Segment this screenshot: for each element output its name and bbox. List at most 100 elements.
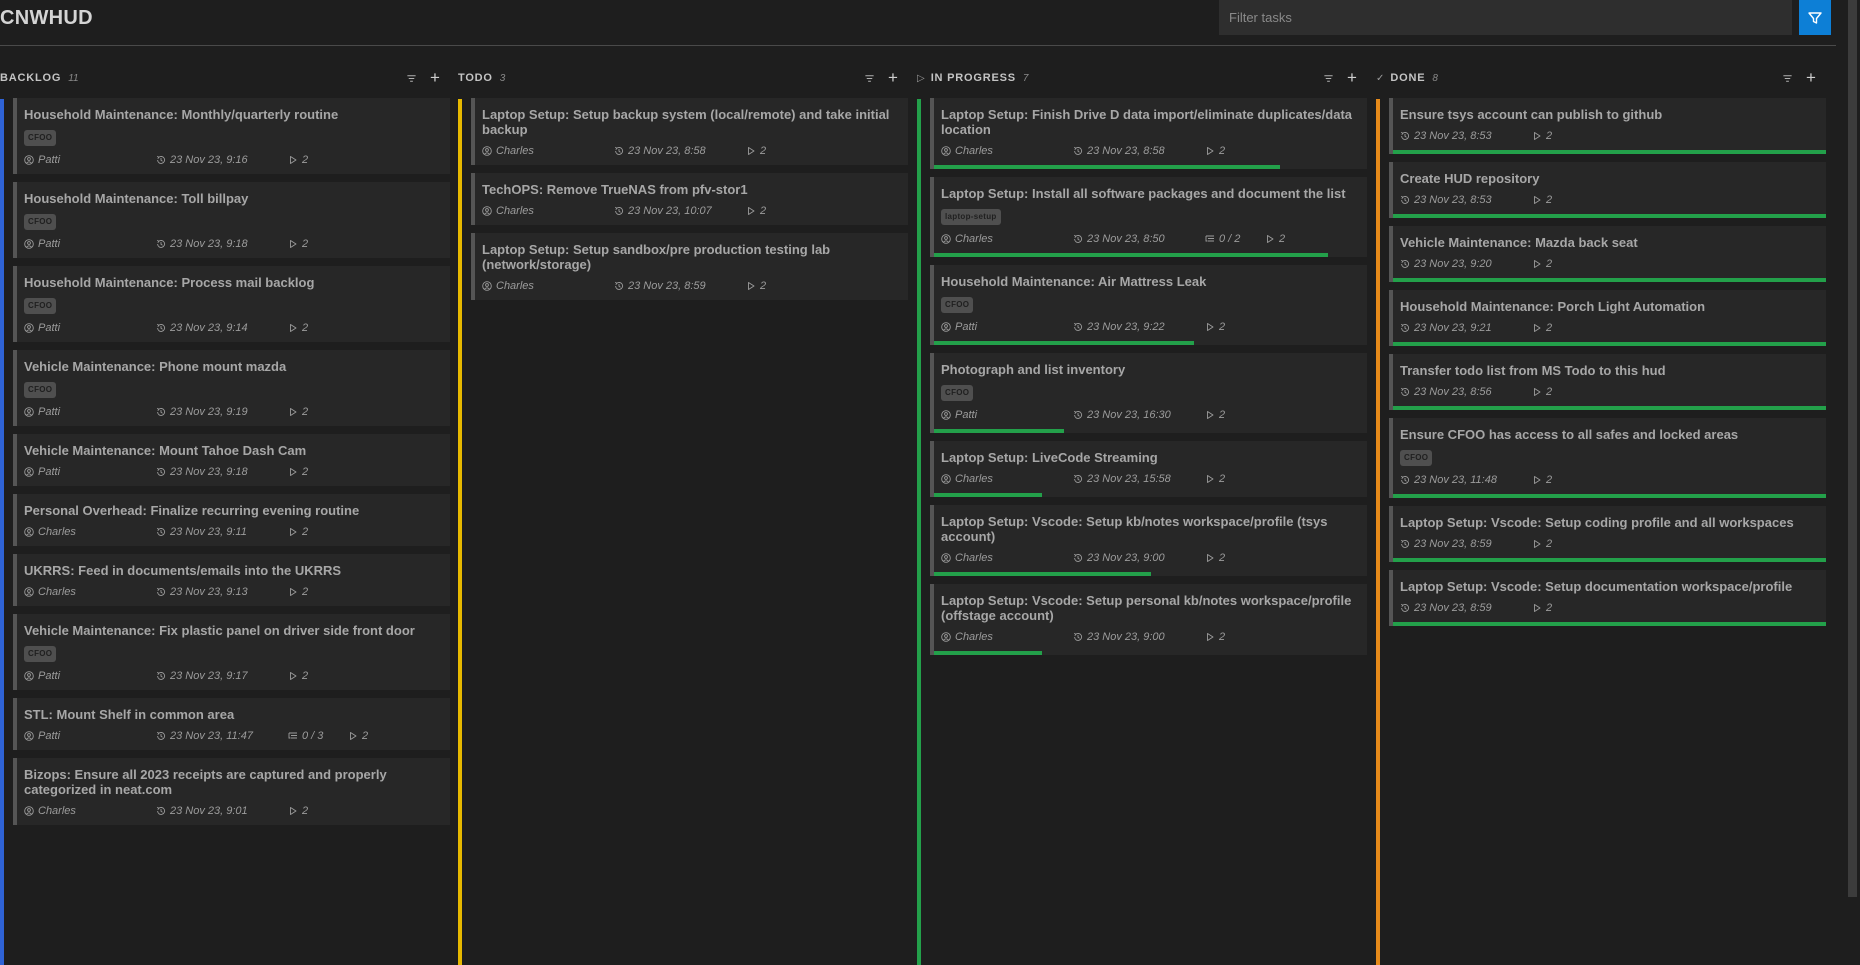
points-icon [748,282,755,290]
task-card[interactable]: Laptop Setup: Setup sandbox/pre producti… [471,233,908,300]
task-points: 2 [1532,602,1602,614]
points-icon [1534,540,1541,548]
tag-row: CFOO [941,291,1359,313]
task-card[interactable]: Laptop Setup: Vscode: Setup coding profi… [1389,506,1826,562]
filter-tasks-input[interactable] [1219,0,1792,35]
task-card[interactable]: Ensure tsys account can publish to githu… [1389,98,1826,154]
points-icon [1207,147,1214,155]
task-updated: 23 Nov 23, 8:53 [1400,194,1532,206]
add-task-button[interactable]: + [1804,69,1818,86]
task-card[interactable]: Ensure CFOO has access to all safes and … [1389,418,1826,498]
owner-name: Charles [955,145,993,157]
history-icon [614,206,623,215]
task-card[interactable]: Photograph and list inventory CFOO Patti 23… [930,353,1367,433]
task-points: 2 [1205,145,1275,157]
task-tag[interactable]: laptop-setup [941,209,1001,225]
task-card[interactable]: Household Maintenance: Process mail back… [13,266,450,342]
column-header: ✓ DONE 8 + [1376,68,1826,88]
task-points: 2 [746,205,816,217]
points-icon [290,588,297,596]
task-card[interactable]: Vehicle Maintenance: Mazda back seat 23 N… [1389,226,1826,282]
points-icon [1207,411,1214,419]
updated-date: 23 Nov 23, 9:11 [170,526,247,538]
task-card[interactable]: Create HUD repository 23 Nov 23, 8:53 2 [1389,162,1826,218]
updated-date: 23 Nov 23, 11:47 [170,730,253,742]
task-title: Laptop Setup: Setup backup system (local… [482,107,890,137]
task-updated: 23 Nov 23, 9:01 [156,805,288,817]
column-done: ✓ DONE 8 + Ensure tsys account can publish t… [1376,60,1826,965]
scrollbar-thumb[interactable] [1848,0,1857,897]
add-task-button[interactable]: + [1345,69,1359,86]
task-card[interactable]: Vehicle Maintenance: Phone mount mazda CF… [13,350,450,426]
column-color-bar [917,99,921,965]
task-tag[interactable]: CFOO [24,298,57,314]
task-card[interactable]: Household Maintenance: Monthly/quarterly… [13,98,450,174]
sort-icon[interactable] [862,71,876,85]
task-points: 2 [1532,322,1602,334]
task-card[interactable]: UKRRS: Feed in documents/emails into the… [13,554,450,606]
task-card[interactable]: Laptop Setup: Vscode: Setup personal kb/… [930,584,1367,655]
owner-name: Patti [38,466,61,478]
scrollbar[interactable] [1845,0,1860,965]
task-owner: Charles [482,145,614,157]
task-card[interactable]: Household Maintenance: Porch Light Autom… [1389,290,1826,346]
task-tag[interactable]: CFOO [1400,450,1433,466]
task-card[interactable]: Personal Overhead: Finalize recurring ev… [13,494,450,546]
sort-icon[interactable] [1780,71,1794,85]
filter-button[interactable] [1799,0,1831,35]
task-card[interactable]: Laptop Setup: Vscode: Setup kb/notes wor… [930,505,1367,576]
task-updated: 23 Nov 23, 9:13 [156,586,288,598]
sort-icon[interactable] [1321,71,1335,85]
task-owner: Patti [941,409,1073,421]
column-color-bar [458,99,462,965]
task-meta: 23 Nov 23, 8:59 2 [1400,538,1818,550]
history-icon [156,467,165,476]
task-card[interactable]: STL: Mount Shelf in common area Patti 23 N… [13,698,450,750]
task-card[interactable]: Vehicle Maintenance: Mount Tahoe Dash Ca… [13,434,450,486]
task-card[interactable]: Laptop Setup: Finish Drive D data import… [930,98,1367,169]
task-tag[interactable]: CFOO [24,130,57,146]
task-updated: 23 Nov 23, 11:48 [1400,474,1532,486]
task-tag[interactable]: CFOO [24,214,57,230]
task-title: Laptop Setup: Vscode: Setup documentatio… [1400,579,1793,594]
updated-date: 23 Nov 23, 9:14 [170,322,248,334]
task-card[interactable]: Laptop Setup: Vscode: Setup documentatio… [1389,570,1826,626]
updated-date: 23 Nov 23, 10:07 [628,205,712,217]
task-card[interactable]: Vehicle Maintenance: Fix plastic panel o… [13,614,450,690]
task-card[interactable]: Laptop Setup: Install all software packa… [930,177,1367,257]
task-points: 2 [1532,258,1602,270]
task-tag[interactable]: CFOO [941,385,974,401]
updated-date: 23 Nov 23, 8:58 [628,145,706,157]
add-task-button[interactable]: + [428,69,442,86]
task-meta: 23 Nov 23, 8:56 2 [1400,386,1818,398]
task-meta: 23 Nov 23, 8:53 2 [1400,194,1818,206]
history-icon [1400,323,1409,332]
task-card[interactable]: Transfer todo list from MS Todo to this … [1389,354,1826,410]
points-icon [290,807,297,815]
owner-name: Patti [38,322,61,334]
card-list: Ensure tsys account can publish to githu… [1389,98,1826,634]
sort-icon[interactable] [404,71,418,85]
task-tag[interactable]: CFOO [941,297,974,313]
user-icon [24,806,34,816]
task-title: Household Maintenance: Air Mattress Leak [941,274,1207,289]
task-tag[interactable]: CFOO [24,382,57,398]
task-card[interactable]: Laptop Setup: LiveCode Streaming Charles 2… [930,441,1367,497]
task-meta: Charles 23 Nov 23, 9:13 2 [24,586,442,598]
points-icon [1534,604,1541,612]
task-card[interactable]: Household Maintenance: Air Mattress Leak… [930,265,1367,345]
add-task-button[interactable]: + [886,69,900,86]
task-card[interactable]: Laptop Setup: Setup backup system (local… [471,98,908,165]
updated-date: 23 Nov 23, 8:59 [628,280,706,292]
history-icon [614,146,623,155]
task-card[interactable]: TechOPS: Remove TrueNAS from pfv-stor1 Ch… [471,173,908,225]
task-card[interactable]: Household Maintenance: Toll billpay CFOO P… [13,182,450,258]
user-icon [941,322,951,332]
updated-date: 23 Nov 23, 8:53 [1414,194,1492,206]
task-card[interactable]: Bizops: Ensure all 2023 receipts are cap… [13,758,450,825]
task-points: 2 [746,280,816,292]
user-icon [24,467,34,477]
task-meta: Patti 23 Nov 23, 9:14 2 [24,322,442,334]
task-title: UKRRS: Feed in documents/emails into the… [24,563,342,578]
task-tag[interactable]: CFOO [24,646,57,662]
